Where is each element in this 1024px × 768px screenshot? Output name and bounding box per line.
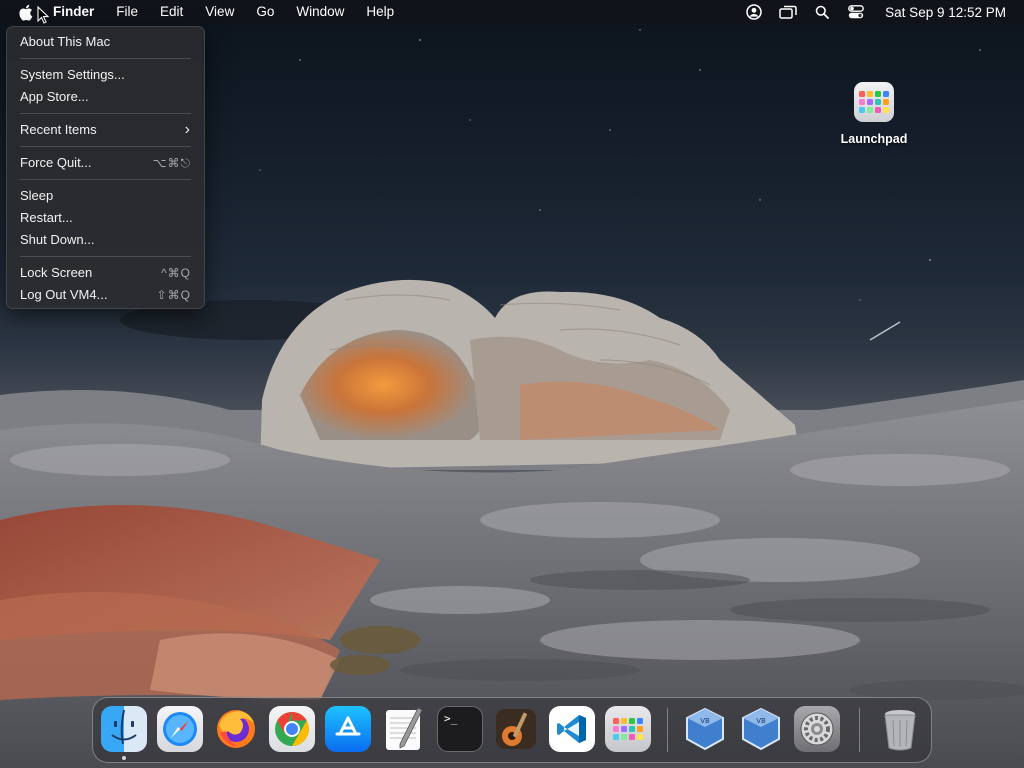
- menu-clock[interactable]: Sat Sep 9 12:52 PM: [885, 5, 1006, 20]
- terminal-prompt-glyph: >_: [444, 712, 458, 725]
- running-indicator: [122, 756, 126, 760]
- system-settings-icon[interactable]: [794, 706, 840, 752]
- menu-item-recent-items[interactable]: Recent Items ›: [7, 119, 204, 141]
- menu-edit[interactable]: Edit: [149, 0, 194, 24]
- garageband-icon[interactable]: [493, 706, 539, 752]
- shortcut-lock-screen: ^⌘Q: [161, 266, 191, 280]
- terminal-icon[interactable]: >_: [437, 706, 483, 752]
- menu-separator: [20, 179, 191, 180]
- menu-item-lock-screen[interactable]: Lock Screen ^⌘Q: [7, 262, 204, 284]
- textedit-icon[interactable]: [381, 706, 427, 752]
- menu-item-about-this-mac[interactable]: About This Mac: [7, 31, 204, 53]
- launchpad-icon: [854, 82, 894, 122]
- menu-file[interactable]: File: [105, 0, 149, 24]
- app-store-icon[interactable]: [325, 706, 371, 752]
- menu-separator: [20, 113, 191, 114]
- virtualbox-icon[interactable]: VB: [682, 706, 728, 752]
- menu-separator: [20, 146, 191, 147]
- menu-window[interactable]: Window: [285, 0, 355, 24]
- menu-go[interactable]: Go: [245, 0, 285, 24]
- shortcut-force-quit: ⌥⌘⎋: [152, 156, 191, 170]
- trash-icon[interactable]: [877, 706, 923, 752]
- menu-item-log-out[interactable]: Log Out VM4... ⇧⌘Q: [7, 284, 204, 306]
- svg-text:VB: VB: [756, 717, 766, 725]
- menu-item-force-quit[interactable]: Force Quit... ⌥⌘⎋: [7, 152, 204, 174]
- menu-item-system-settings[interactable]: System Settings...: [7, 64, 204, 86]
- menu-item-restart[interactable]: Restart...: [7, 207, 204, 229]
- dock-separator: [859, 708, 860, 752]
- search-icon[interactable]: [811, 3, 833, 21]
- vscode-icon[interactable]: [549, 706, 595, 752]
- desktop-icon-label: Launchpad: [840, 132, 908, 146]
- screen-mirroring-icon[interactable]: [777, 3, 799, 21]
- chrome-icon[interactable]: [269, 706, 315, 752]
- virtualbox-vm-icon[interactable]: VB: [738, 706, 784, 752]
- dock: >_ VB VB: [92, 697, 932, 763]
- menu-separator: [20, 256, 191, 257]
- desktop-icon-launchpad[interactable]: Launchpad: [836, 82, 912, 146]
- safari-icon[interactable]: [157, 706, 203, 752]
- menu-item-shut-down[interactable]: Shut Down...: [7, 229, 204, 251]
- shortcut-log-out: ⇧⌘Q: [156, 288, 191, 302]
- menu-item-app-store[interactable]: App Store...: [7, 86, 204, 108]
- user-icon[interactable]: [743, 3, 765, 21]
- apple-menu-dropdown: About This Mac System Settings... App St…: [6, 26, 205, 309]
- menu-separator: [20, 58, 191, 59]
- launchpad-icon[interactable]: [605, 706, 651, 752]
- firefox-icon[interactable]: [213, 706, 259, 752]
- control-center-icon[interactable]: [845, 3, 867, 21]
- menu-bar: Finder File Edit View Go Window Help Sat…: [0, 0, 1024, 24]
- svg-text:VB: VB: [700, 717, 710, 725]
- menu-app-name[interactable]: Finder: [42, 0, 105, 24]
- mouse-pointer-icon: [37, 6, 49, 24]
- menu-item-sleep[interactable]: Sleep: [7, 185, 204, 207]
- finder-icon[interactable]: [101, 706, 147, 752]
- chevron-right-icon: ›: [184, 121, 191, 138]
- menu-view[interactable]: View: [194, 0, 245, 24]
- dock-separator: [667, 708, 668, 752]
- menu-help[interactable]: Help: [355, 0, 405, 24]
